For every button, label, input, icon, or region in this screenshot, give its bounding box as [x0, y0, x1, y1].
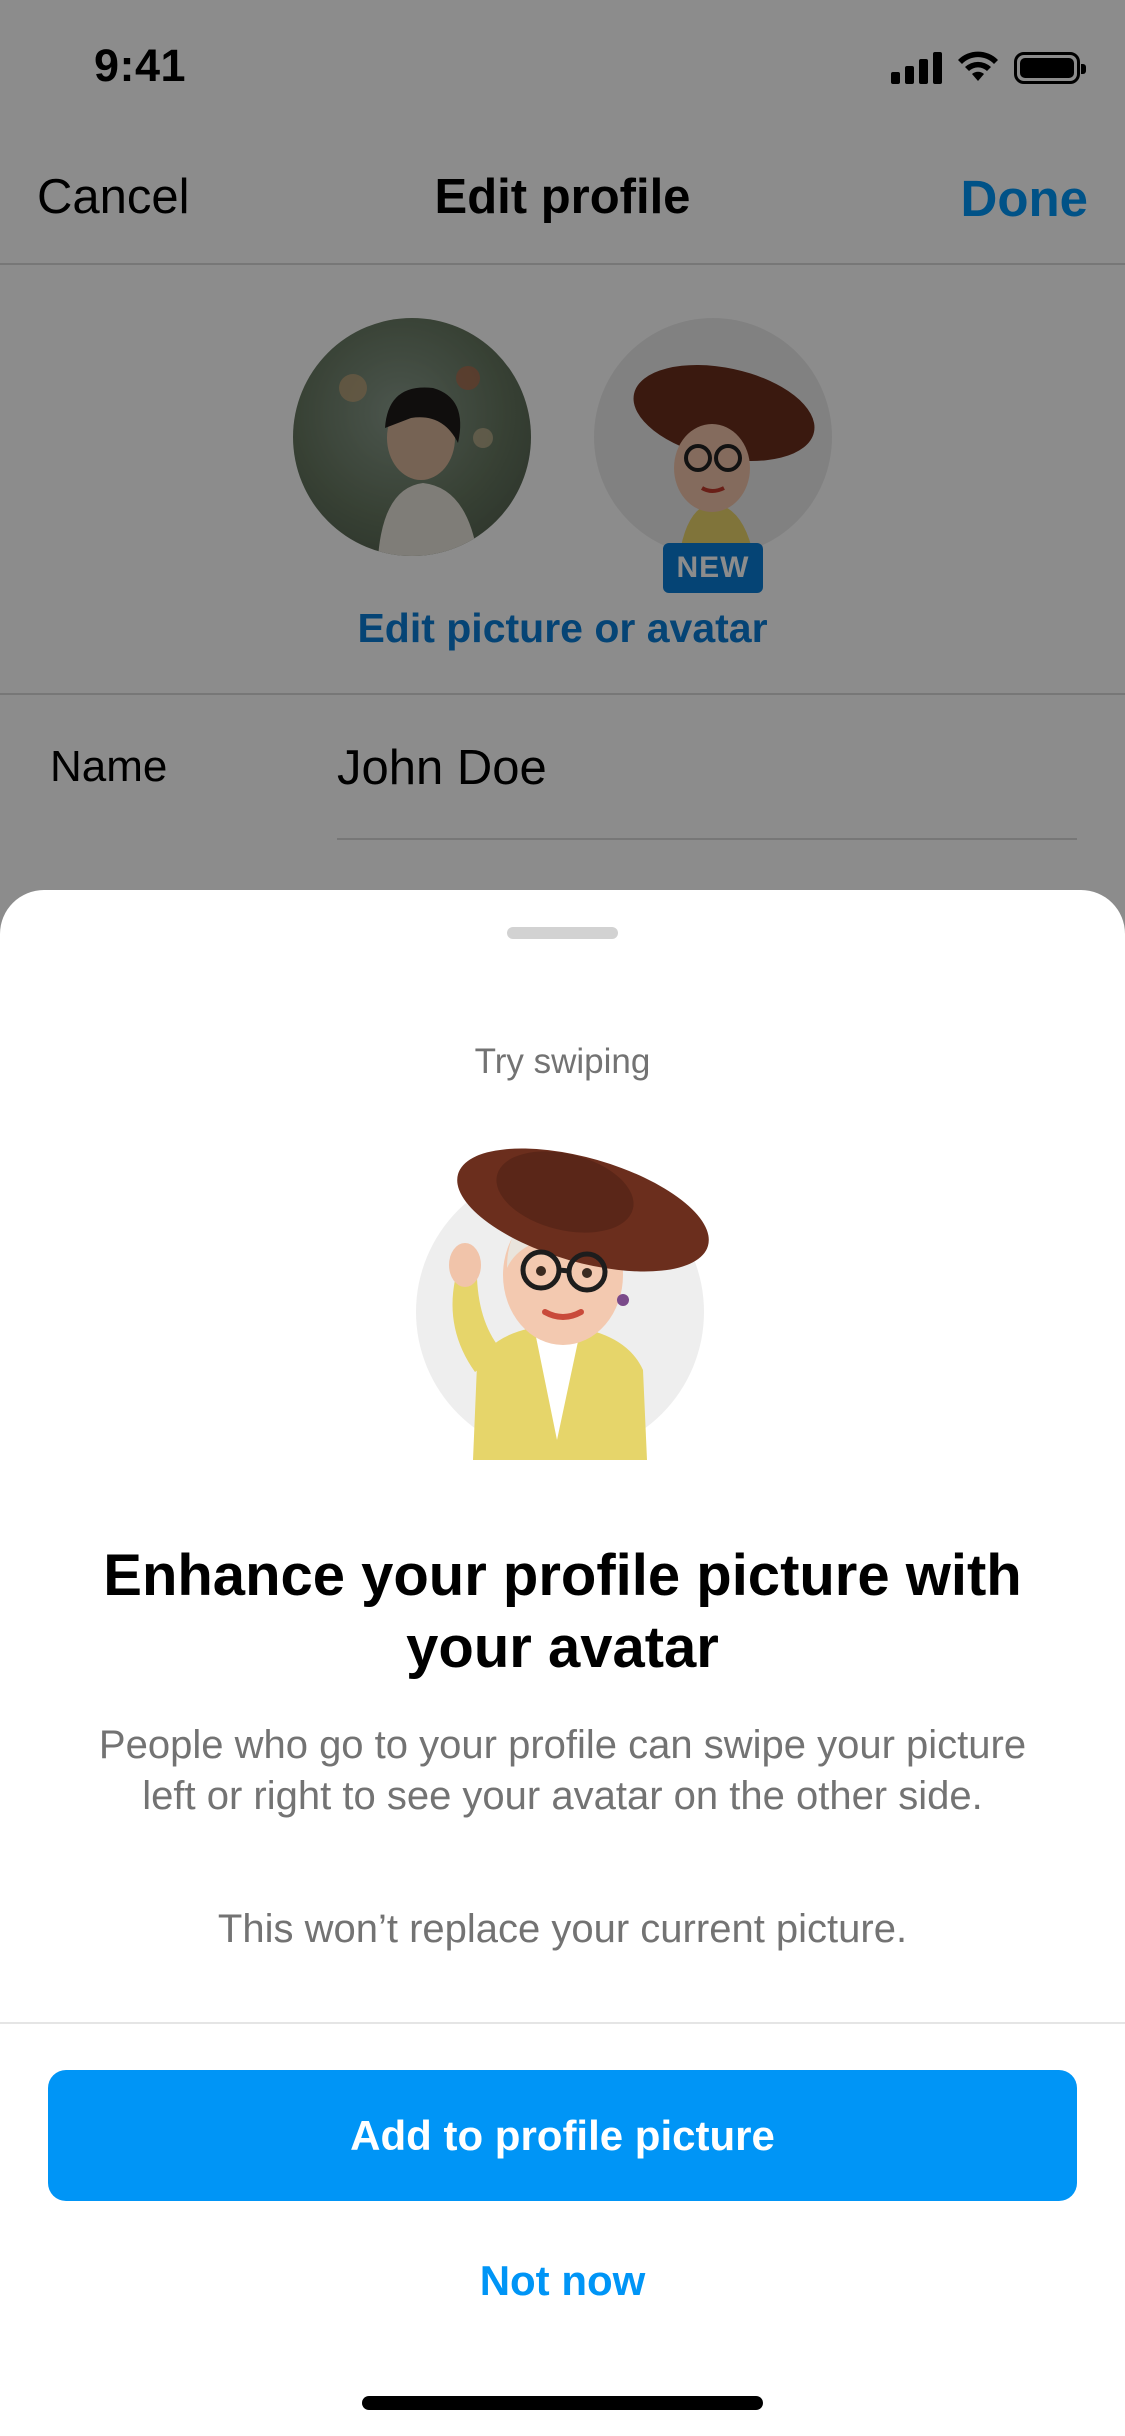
home-indicator	[362, 2396, 763, 2410]
sheet-note: This won’t replace your current picture.	[217, 1907, 908, 1951]
avatar-bottom-sheet: Try swiping Enhance your profile picture…	[0, 890, 1125, 2436]
edit-profile-screen: 9:41 Cancel Edit profile Done NEW Edit p…	[0, 0, 1125, 2436]
avatar-illustration[interactable]	[415, 1140, 715, 1460]
sheet-divider	[0, 2022, 1125, 2024]
sheet-drag-handle[interactable]	[507, 927, 618, 939]
not-now-button[interactable]: Not now	[0, 2257, 1125, 2305]
avatar-illustration-icon	[416, 1148, 709, 1460]
sheet-body-text: People who go to your profile can swipe …	[98, 1723, 1027, 1818]
sheet-eyebrow: Try swiping	[474, 1042, 651, 1081]
sheet-title: Enhance your profile picture with your a…	[103, 1543, 1022, 1680]
add-to-profile-picture-button[interactable]: Add to profile picture	[48, 2070, 1077, 2201]
